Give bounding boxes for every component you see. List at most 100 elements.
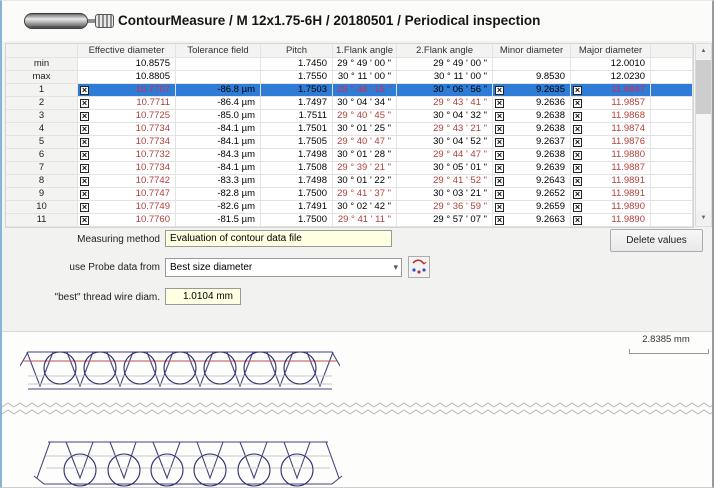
column-header[interactable]: Major diameter	[571, 44, 651, 58]
table-row[interactable]: 4×10.7734-84.1 µm1.750130 ° 01 ' 25 "29 …	[6, 123, 693, 136]
checkbox-checked-icon[interactable]: ×	[80, 164, 89, 173]
table-row[interactable]: max10.88051.755030 ° 11 ' 00 "30 ° 11 ' …	[6, 71, 693, 84]
checkbox-checked-icon[interactable]: ×	[495, 177, 504, 186]
checkbox-checked-icon[interactable]: ×	[573, 125, 582, 134]
table-row[interactable]: 8×10.7742-83.3 µm1.749830 ° 01 ' 22 "29 …	[6, 175, 693, 188]
table-row[interactable]: 5×10.7734-84.1 µm1.750529 ° 40 ' 47 "30 …	[6, 136, 693, 149]
cell-value: 29 ° 44 ' 47 "	[433, 149, 487, 161]
table-row[interactable]: 11×10.7760-81.5 µm1.750029 ° 41 ' 11 "29…	[6, 214, 693, 227]
checkbox-checked-icon[interactable]: ×	[80, 151, 89, 160]
checkbox-checked-icon[interactable]: ×	[573, 138, 582, 147]
checkbox-checked-icon[interactable]: ×	[573, 151, 582, 160]
checkbox-checked-icon[interactable]: ×	[495, 190, 504, 199]
cell-minor-diameter: ×9.2638	[493, 123, 571, 136]
measuring-method-input[interactable]: Evaluation of contour data file	[165, 230, 392, 247]
row-label[interactable]: 8	[6, 175, 78, 188]
checkbox-checked-icon[interactable]: ×	[80, 99, 89, 108]
row-label[interactable]: 11	[6, 214, 78, 227]
cell-value: -84.1 µm	[217, 123, 255, 135]
cell-effective-diameter: ×10.7725	[78, 110, 176, 123]
cell-minor-diameter: ×9.2637	[493, 136, 571, 149]
checkbox-checked-icon[interactable]: ×	[573, 164, 582, 173]
checkbox-checked-icon[interactable]: ×	[80, 216, 89, 225]
cell-major-diameter: ×11.9891	[571, 188, 651, 201]
checkbox-checked-icon[interactable]: ×	[495, 99, 504, 108]
table-row[interactable]: 10×10.7749-82.6 µm1.749130 ° 02 ' 42 "29…	[6, 201, 693, 214]
column-header[interactable]: Pitch	[261, 44, 333, 58]
cell-minor-diameter: 9.8530	[493, 71, 571, 84]
row-label[interactable]: 2	[6, 97, 78, 110]
checkbox-checked-icon[interactable]: ×	[80, 190, 89, 199]
column-header-filler[interactable]	[651, 44, 693, 58]
column-header[interactable]: Minor diameter	[493, 44, 571, 58]
checkbox-checked-icon[interactable]: ×	[495, 86, 504, 95]
table-row[interactable]: 1×10.7707-86.8 µm1.750329 ° 48 ' 15 "30 …	[6, 84, 693, 97]
scroll-down-icon[interactable]: ▼	[696, 211, 711, 226]
scroll-up-icon[interactable]: ▲	[696, 44, 711, 59]
checkbox-checked-icon[interactable]: ×	[495, 216, 504, 225]
checkbox-checked-icon[interactable]: ×	[573, 99, 582, 108]
checkbox-checked-icon[interactable]: ×	[573, 86, 582, 95]
checkbox-checked-icon[interactable]: ×	[80, 203, 89, 212]
cell-effective-diameter: 10.8805	[78, 71, 176, 84]
column-header[interactable]: Tolerance field	[176, 44, 261, 58]
cell-effective-diameter: ×10.7742	[78, 175, 176, 188]
table-row[interactable]: 2×10.7711-86.4 µm1.749730 ° 04 ' 34 "29 …	[6, 97, 693, 110]
checkbox-checked-icon[interactable]: ×	[80, 86, 89, 95]
checkbox-checked-icon[interactable]: ×	[80, 125, 89, 134]
cell-effective-diameter: 10.8575	[78, 58, 176, 71]
row-label[interactable]: 6	[6, 149, 78, 162]
column-header[interactable]: 2.Flank angle	[397, 44, 493, 58]
checkbox-checked-icon[interactable]: ×	[80, 177, 89, 186]
checkbox-checked-icon[interactable]: ×	[80, 138, 89, 147]
cell-flank-angle-1: 29 ° 49 ' 00 "	[333, 58, 397, 71]
row-label[interactable]: min	[6, 58, 78, 71]
cell-value: 8	[39, 175, 44, 187]
checkbox-checked-icon[interactable]: ×	[573, 112, 582, 121]
row-label[interactable]: max	[6, 71, 78, 84]
best-wire-diameter-field[interactable]: 1.0104 mm	[165, 288, 241, 305]
checkbox-checked-icon[interactable]: ×	[573, 190, 582, 199]
column-header[interactable]: 1.Flank angle	[333, 44, 397, 58]
table-row[interactable]: min10.85751.745029 ° 49 ' 00 "29 ° 49 ' …	[6, 58, 693, 71]
row-label[interactable]: 7	[6, 162, 78, 175]
cell-value: 29 ° 48 ' 15 "	[337, 84, 391, 96]
cell-value: 11.9890	[611, 201, 645, 213]
table-row[interactable]: 7×10.7734-84.1 µm1.750829 ° 39 ' 21 "30 …	[6, 162, 693, 175]
table-row[interactable]: 6×10.7732-84.3 µm1.749830 ° 01 ' 28 "29 …	[6, 149, 693, 162]
checkbox-checked-icon[interactable]: ×	[495, 164, 504, 173]
column-header-rowlabel[interactable]	[6, 44, 78, 58]
cell-value: 29 ° 41 ' 52 "	[433, 175, 487, 187]
cell-minor-diameter: ×9.2639	[493, 162, 571, 175]
checkbox-checked-icon[interactable]: ×	[573, 216, 582, 225]
probe-settings-button[interactable]	[408, 256, 430, 278]
checkbox-checked-icon[interactable]: ×	[495, 112, 504, 121]
cell-value: 10.7707	[136, 84, 170, 96]
row-label[interactable]: 1	[6, 84, 78, 97]
checkbox-checked-icon[interactable]: ×	[495, 151, 504, 160]
row-label[interactable]: 5	[6, 136, 78, 149]
checkbox-checked-icon[interactable]: ×	[495, 203, 504, 212]
table-row[interactable]: 3×10.7725-85.0 µm1.751129 ° 40 ' 45 "30 …	[6, 110, 693, 123]
checkbox-checked-icon[interactable]: ×	[495, 125, 504, 134]
checkbox-checked-icon[interactable]: ×	[495, 138, 504, 147]
cell-tolerance-field: -85.0 µm	[176, 110, 261, 123]
vertical-scrollbar[interactable]: ▲ ▼	[695, 43, 712, 227]
measuring-method-label: Measuring method	[42, 231, 160, 248]
checkbox-checked-icon[interactable]: ×	[573, 203, 582, 212]
page-title: ContourMeasure / M 12x1.75-6H / 20180501…	[118, 1, 540, 41]
row-label[interactable]: 3	[6, 110, 78, 123]
row-label[interactable]: 4	[6, 123, 78, 136]
row-label[interactable]: 10	[6, 201, 78, 214]
scrollbar-thumb[interactable]	[696, 60, 711, 114]
cell-flank-angle-1: 30 ° 01 ' 28 "	[333, 149, 397, 162]
table-row[interactable]: 9×10.7747-82.8 µm1.750029 ° 41 ' 37 "30 …	[6, 188, 693, 201]
delete-values-button[interactable]: Delete values	[610, 229, 703, 252]
probe-data-select[interactable]: Best size diameter ▾	[165, 258, 402, 277]
cell-major-diameter: ×11.9887	[571, 162, 651, 175]
cell-value: 30 ° 11 ' 00 "	[434, 71, 487, 83]
column-header[interactable]: Effective diameter	[78, 44, 176, 58]
checkbox-checked-icon[interactable]: ×	[80, 112, 89, 121]
checkbox-checked-icon[interactable]: ×	[573, 177, 582, 186]
row-label[interactable]: 9	[6, 188, 78, 201]
